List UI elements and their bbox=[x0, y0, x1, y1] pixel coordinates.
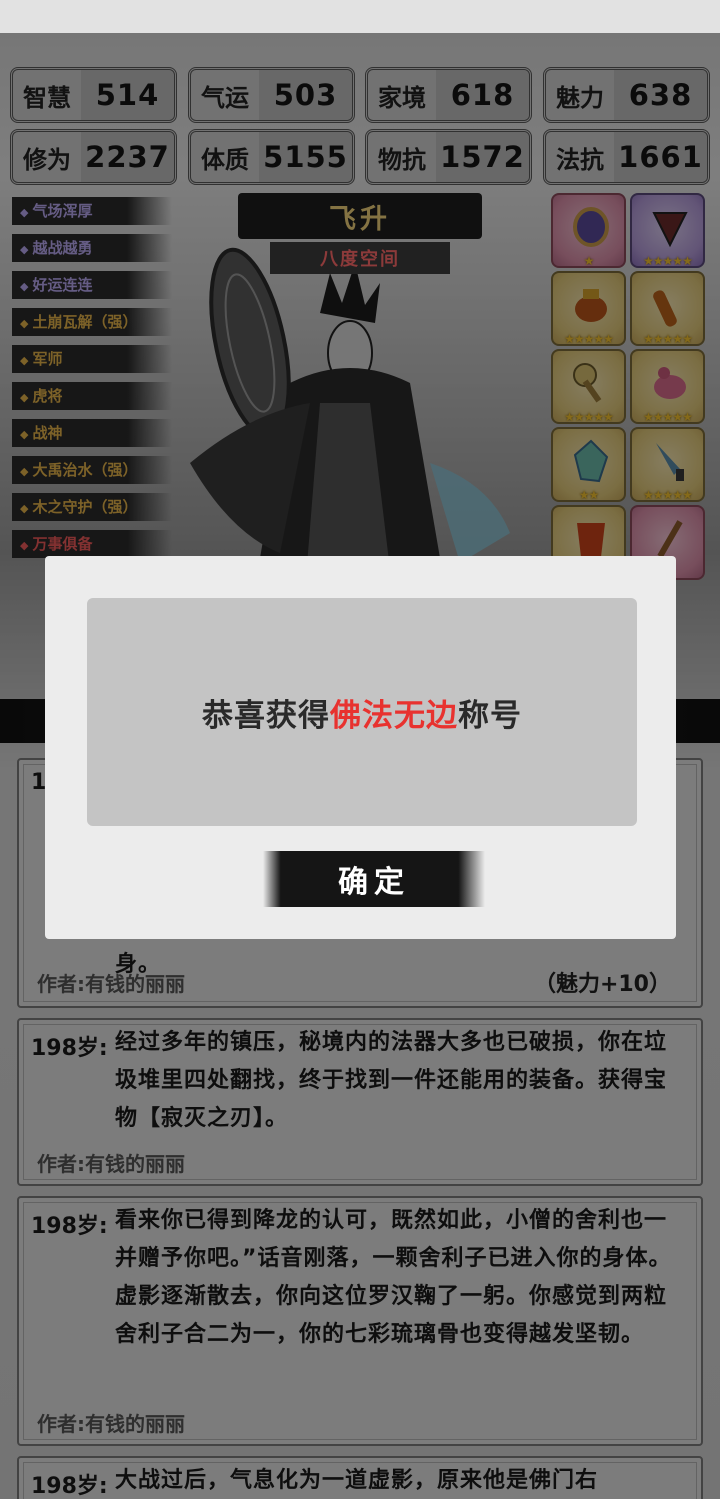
confirm-button[interactable]: 确定 bbox=[263, 851, 485, 907]
awarded-title: 佛法无边 bbox=[330, 697, 458, 734]
title-awarded-dialog: 恭喜获得佛法无边称号 确定 bbox=[45, 556, 676, 939]
message-prefix: 恭喜获得 bbox=[202, 697, 330, 734]
message-box: 恭喜获得佛法无边称号 bbox=[87, 598, 637, 826]
message-suffix: 称号 bbox=[458, 697, 522, 734]
award-message: 恭喜获得佛法无边称号 bbox=[202, 690, 522, 735]
status-bar bbox=[0, 0, 720, 33]
